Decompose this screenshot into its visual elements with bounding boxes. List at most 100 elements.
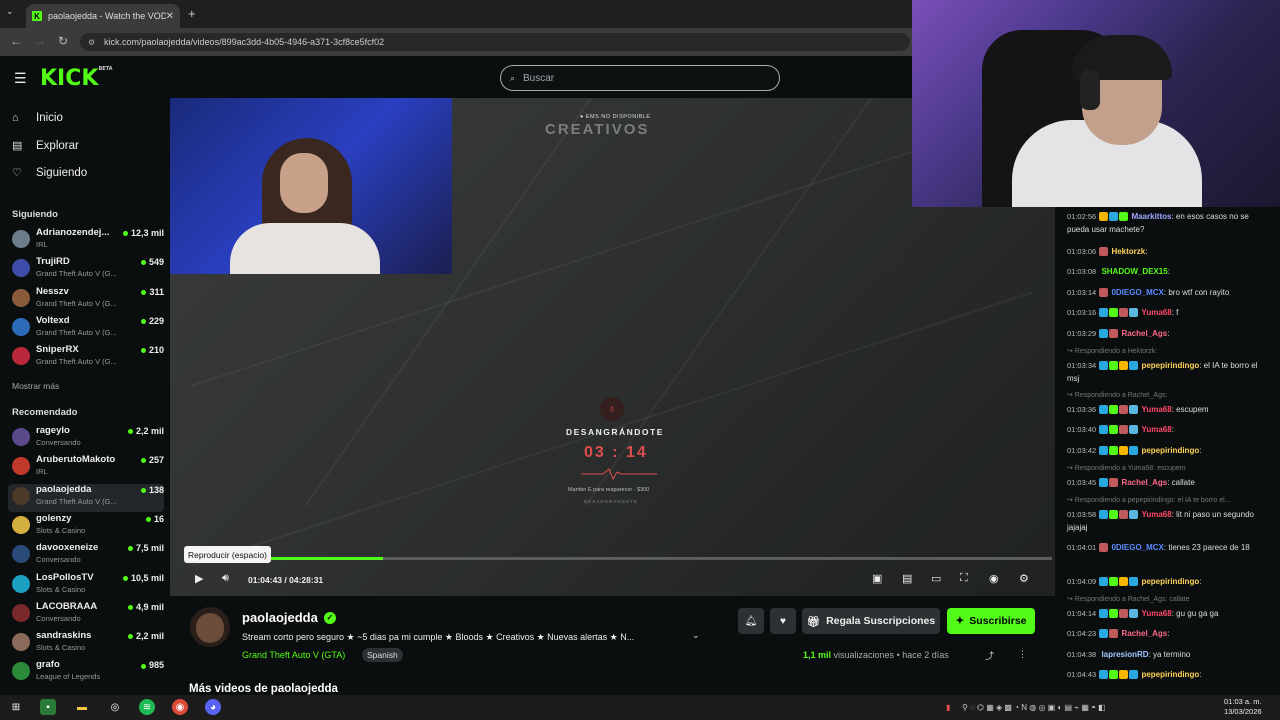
sidebar-channel[interactable]: davooxeneize Conversando 7,5 mil [8, 542, 164, 570]
kick-logo[interactable]: KICKBETA [40, 66, 113, 91]
chat-username[interactable]: lapresionRD [1101, 650, 1148, 659]
chat-username[interactable]: 0DIEGO_MCX [1111, 543, 1163, 552]
chat-username[interactable]: pepepirindingo [1141, 446, 1199, 455]
chat-username[interactable]: Yuma68 [1141, 510, 1171, 519]
forward-icon[interactable]: → [34, 34, 46, 48]
sidebar-channel[interactable]: Nesszv Grand Theft Auto V (G... 311 [8, 286, 164, 314]
play-icon[interactable]: ▶ [195, 572, 203, 585]
sidebar-channel[interactable]: AruberutoMakoto IRL 257 [8, 454, 164, 482]
video-progress-bar[interactable] [186, 557, 1052, 560]
game-category-link[interactable]: Grand Theft Auto V (GTA) [242, 650, 345, 660]
chat-message[interactable]: 01:03:40 Yuma68: [1067, 423, 1272, 436]
language-tag[interactable]: Spanish [362, 648, 403, 662]
chrome-icon[interactable]: ◉ [172, 699, 188, 715]
chat-message[interactable]: 01:03:06 Hektorzk: [1067, 245, 1272, 258]
chat-username[interactable]: Yuma68 [1141, 308, 1171, 317]
obs-icon[interactable]: ◎ [107, 699, 123, 715]
system-clock[interactable]: 01:03 a. m. 13/03/2026 [1224, 697, 1262, 717]
chat-message[interactable]: 01:04:23 Rachel_Ags: [1067, 627, 1272, 640]
volume-icon[interactable]: 🔊︎ [222, 572, 229, 585]
discord-icon[interactable]: ◕ [205, 699, 221, 715]
sidebar-channel[interactable]: rageylo Conversando 2,2 mil [8, 425, 164, 453]
fullscreen-icon[interactable]: ⛶ [960, 572, 968, 585]
chat-message[interactable]: 01:04:14 Yuma68: gu gu ga ga [1067, 607, 1272, 620]
chat-username[interactable]: pepepirindingo [1141, 361, 1199, 370]
chat-username[interactable]: Rachel_Ags [1121, 629, 1167, 638]
sidebar-channel[interactable]: LosPollosTV Slots & Casino 10,5 mil [8, 572, 164, 600]
menu-icon[interactable]: ☰ [14, 70, 27, 87]
follow-heart-button[interactable]: ♥ [770, 608, 796, 634]
url-field[interactable]: ⚙ kick.com/paolaojedda/videos/899ac3dd-4… [80, 33, 910, 51]
settings-gear-icon[interactable]: ⚙ [1019, 572, 1029, 585]
app-icon[interactable]: ▪ [40, 699, 56, 715]
sidebar-channel[interactable]: Voltexd Grand Theft Auto V (G... 229 [8, 315, 164, 343]
chat-message[interactable]: 01:03:29 Rachel_Ags: [1067, 327, 1272, 340]
badge-icon [1099, 212, 1109, 222]
sidebar-channel[interactable]: LACOBRAAA Conversando 4,9 mil [8, 601, 164, 629]
chat-message[interactable]: 01:04:01 0DIEGO_MCX: tienes 23 parece de… [1067, 541, 1272, 554]
nav-siguiendo[interactable]: ♡ Siguiendo [12, 166, 87, 180]
chat-message[interactable]: 01:02:56 Maarkittos: en esos casos no se… [1067, 210, 1272, 236]
new-tab-icon[interactable]: + [188, 6, 196, 21]
chat-username[interactable]: pepepirindingo [1141, 577, 1199, 586]
expand-title-chevron-icon[interactable]: ⌄ [692, 630, 700, 641]
chat-username[interactable]: Maarkittos [1131, 212, 1171, 221]
mic-icon[interactable]: ▮ [946, 703, 950, 712]
bleed-subtitle: DESANGRÁNDOTE [584, 499, 639, 504]
chat-message[interactable]: 01:04:38 lapresionRD: ya termino [1067, 648, 1272, 661]
chat-username[interactable]: SHADOW_DEX15 [1101, 267, 1167, 276]
sidebar-channel[interactable]: sandraskins Slots & Casino 2,2 mil [8, 630, 164, 658]
playback-speed-icon[interactable]: ◉ [989, 572, 999, 585]
tray-icons[interactable]: ⚲ ◌ ⌬ ▦ ◈ ▩ ◔ N ◍ ◎ ▣ ◐ ▤ ⌁ ▦ ◓ ◧ [962, 703, 1106, 712]
sidebar-channel[interactable]: golenzy Slots & Casino 16 [8, 513, 164, 541]
sidebar-channel[interactable]: TrujiRD Grand Theft Auto V (G... 549 [8, 256, 164, 284]
reload-icon[interactable]: ↻ [58, 34, 68, 48]
spotify-icon[interactable]: ≋ [139, 699, 155, 715]
tab-list-chevron-icon[interactable]: ⌄ [6, 6, 14, 17]
sidebar-channel[interactable]: grafo League of Legends 985 [8, 659, 164, 687]
sidebar-channel[interactable]: Adrianozendej... IRL 12,3 mil [8, 227, 164, 255]
show-more-link[interactable]: Mostrar más [12, 381, 59, 391]
chat-username[interactable]: Rachel_Ags [1121, 478, 1167, 487]
chat-username[interactable]: pepepirindingo [1141, 670, 1199, 679]
clip-icon[interactable]: ▤ [902, 572, 912, 585]
miniplayer-icon[interactable]: ▣ [872, 572, 882, 585]
theater-mode-icon[interactable]: ▭ [931, 572, 941, 585]
blood-drop-icon: ♁ [600, 397, 624, 421]
site-info-icon[interactable]: ⚙ [88, 38, 95, 47]
chat-message[interactable]: 01:04:09 pepepirindingo: [1067, 575, 1272, 588]
chat-username[interactable]: Rachel_Ags [1121, 329, 1167, 338]
channel-avatar[interactable] [190, 607, 230, 647]
nav-inicio[interactable]: ⌂ Inicio [12, 112, 63, 124]
chat-message[interactable]: 01:03:42 pepepirindingo: [1067, 444, 1272, 457]
share-icon[interactable]: ⤴ [985, 649, 994, 662]
chat-username[interactable]: Hektorzk [1111, 247, 1145, 256]
subscribe-button[interactable]: ✦ Suscribirse [947, 608, 1035, 634]
gift-subs-button[interactable]: 🎁︎ Regala Suscripciones [802, 608, 940, 634]
sidebar-channel[interactable]: SniperRX Grand Theft Auto V (G... 210 [8, 344, 164, 372]
chat-message[interactable]: 01:03:14 0DIEGO_MCX: bro wtf con rayito [1067, 286, 1272, 299]
chat-message[interactable]: 01:03:34 pepepirindingo: el IA te borro … [1067, 359, 1272, 385]
back-icon[interactable]: ← [10, 34, 22, 48]
nav-explorar[interactable]: ▤ Explorar [12, 139, 79, 153]
chat-username[interactable]: 0DIEGO_MCX [1111, 288, 1163, 297]
chat-message[interactable]: 01:03:58 Yuma68: lit ni paso un segundo … [1067, 508, 1272, 534]
browser-tab[interactable]: K paolaojedda - Watch the VOD o ✕ [26, 4, 180, 28]
close-tab-icon[interactable]: ✕ [166, 11, 174, 22]
chat-message[interactable]: 01:03:45 Rachel_Ags: callate [1067, 476, 1272, 489]
chat-message[interactable]: 01:03:36 Yuma68: escupem [1067, 403, 1272, 416]
notification-bell-button[interactable]: 🔔︎ [738, 608, 764, 634]
chat-username[interactable]: Yuma68 [1141, 425, 1171, 434]
more-options-icon[interactable]: ⋮ [1018, 649, 1027, 660]
chat-username[interactable]: Yuma68 [1141, 609, 1171, 618]
search-input[interactable]: ⌕ Buscar [500, 65, 780, 91]
windows-start-icon[interactable]: ⊞ [8, 699, 24, 715]
channel-name[interactable]: paolaojedda ✓ [242, 610, 336, 625]
chat-message[interactable]: 01:03:16 Yuma68: f [1067, 306, 1272, 319]
chat-message[interactable]: 01:04:43 pepepirindingo: [1067, 668, 1272, 681]
chat-username[interactable]: Yuma68 [1141, 405, 1171, 414]
viewer-count: 549 [141, 257, 164, 267]
file-explorer-icon[interactable]: ▬ [74, 699, 90, 715]
chat-message[interactable]: 01:03:08 SHADOW_DEX15: [1067, 265, 1272, 278]
sidebar-channel[interactable]: paolaojedda Grand Theft Auto V (G... 138 [8, 483, 164, 512]
